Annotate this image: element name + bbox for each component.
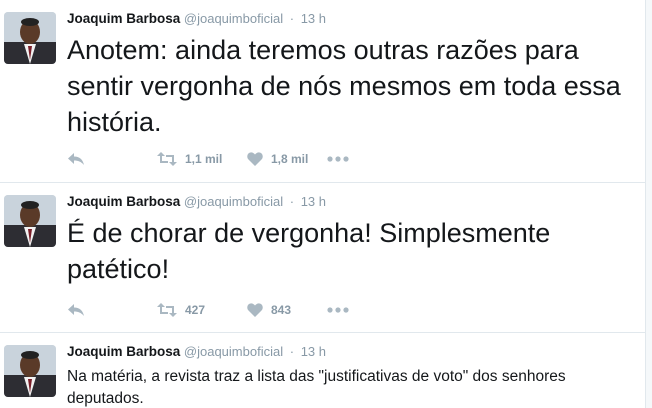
separator: ·	[289, 344, 295, 359]
tweet-timeline: Joaquim Barbosa @joaquimboficial · 13 h …	[0, 0, 652, 408]
retweet-count: 427	[185, 303, 206, 317]
reply-button[interactable]	[67, 152, 157, 166]
tweet[interactable]: Joaquim Barbosa @joaquimboficial · 13 h …	[0, 183, 645, 333]
more-icon	[327, 156, 349, 162]
author-name[interactable]: Joaquim Barbosa	[67, 11, 180, 26]
tweet-actions: 1,1 mil 1,8 mil	[67, 150, 357, 168]
tweet-header: Joaquim Barbosa @joaquimboficial · 13 h	[67, 193, 326, 211]
retweet-button[interactable]: 1,1 mil	[157, 152, 247, 166]
retweet-icon	[157, 303, 177, 317]
reply-icon	[68, 304, 84, 316]
retweet-count: 1,1 mil	[185, 152, 223, 166]
retweet-icon	[157, 152, 177, 166]
heart-icon	[247, 303, 263, 317]
tweet[interactable]: Joaquim Barbosa @joaquimboficial · 13 h …	[0, 0, 645, 183]
timestamp[interactable]: 13 h	[301, 344, 326, 359]
tweet[interactable]: Joaquim Barbosa @joaquimboficial · 13 h …	[0, 333, 645, 408]
tweet-actions: 427 843	[67, 301, 357, 319]
separator: ·	[289, 194, 295, 209]
tweet-text: É de chorar de vergonha! Simplesmente pa…	[67, 218, 551, 284]
reply-icon	[68, 153, 84, 165]
more-button[interactable]	[327, 156, 357, 162]
author-handle[interactable]: @joaquimboficial	[184, 11, 283, 26]
author-handle[interactable]: @joaquimboficial	[184, 344, 283, 359]
retweet-button[interactable]: 427	[157, 303, 247, 317]
author-name[interactable]: Joaquim Barbosa	[67, 194, 180, 209]
like-count: 1,8 mil	[271, 152, 309, 166]
separator: ·	[289, 11, 295, 26]
more-icon	[327, 307, 349, 313]
avatar[interactable]	[4, 12, 56, 64]
timestamp[interactable]: 13 h	[301, 11, 326, 26]
scrollbar-track[interactable]	[645, 0, 652, 408]
like-count: 843	[271, 303, 292, 317]
author-name[interactable]: Joaquim Barbosa	[67, 344, 180, 359]
like-button[interactable]: 843	[247, 303, 327, 317]
tweet-text: Anotem: ainda teremos outras razões para…	[67, 35, 621, 137]
heart-icon	[247, 152, 263, 166]
reply-button[interactable]	[67, 303, 157, 317]
avatar[interactable]	[4, 345, 56, 397]
timestamp[interactable]: 13 h	[301, 194, 326, 209]
avatar[interactable]	[4, 195, 56, 247]
tweet-header: Joaquim Barbosa @joaquimboficial · 13 h	[67, 10, 326, 28]
more-button[interactable]	[327, 307, 357, 313]
author-handle[interactable]: @joaquimboficial	[184, 194, 283, 209]
like-button[interactable]: 1,8 mil	[247, 152, 327, 166]
tweet-header: Joaquim Barbosa @joaquimboficial · 13 h	[67, 343, 326, 361]
tweet-text: Na matéria, a revista traz a lista das "…	[67, 368, 566, 407]
